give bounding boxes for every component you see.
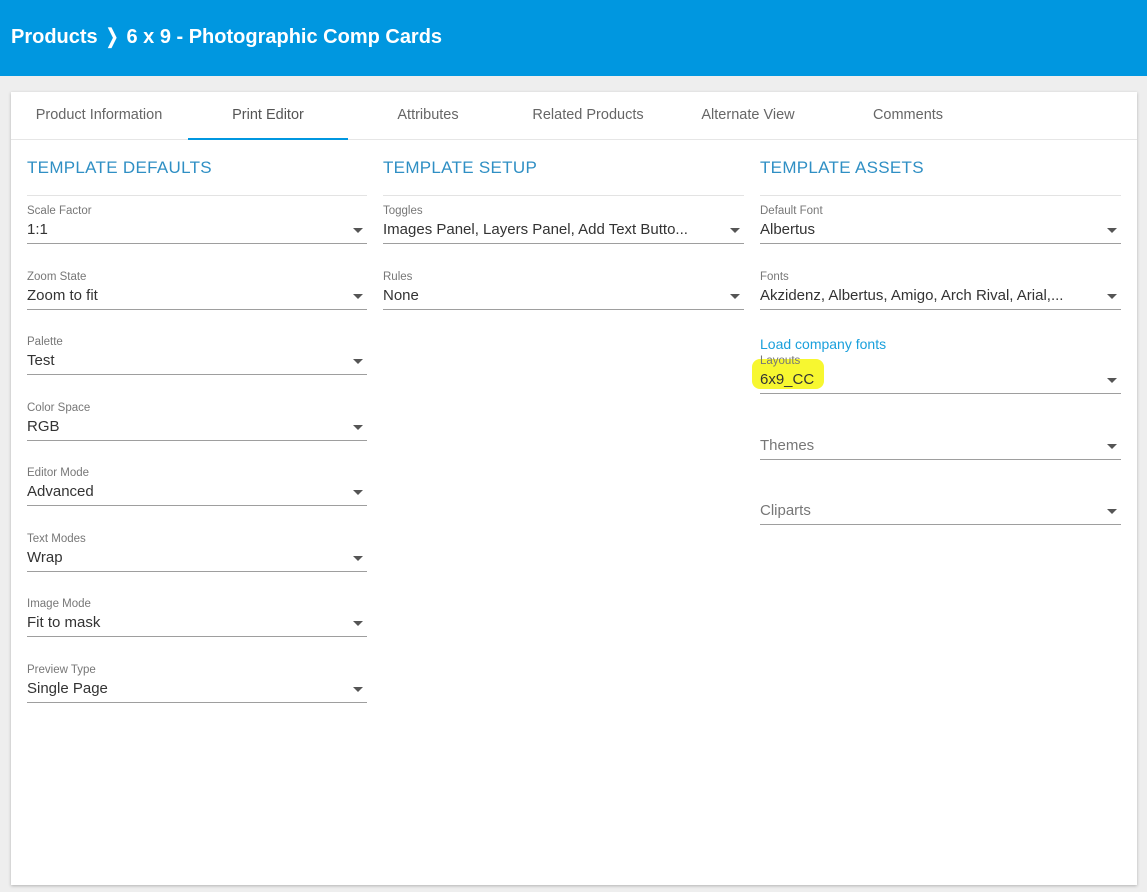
field-value: Single Page xyxy=(27,680,108,697)
tab-comments[interactable]: Comments xyxy=(828,92,988,140)
chevron-down-icon xyxy=(353,687,363,692)
template-defaults-title: TEMPLATE DEFAULTS xyxy=(27,158,212,177)
field-value: 6x9_CC xyxy=(760,371,815,388)
divider xyxy=(27,195,367,196)
underline xyxy=(760,524,1121,525)
field-value: Images Panel, Layers Panel, Add Text But… xyxy=(383,221,688,238)
page-title: 6 x 9 - Photographic Comp Cards xyxy=(126,26,443,48)
default-font-select[interactable]: Default Font Albertus xyxy=(760,205,1121,245)
field-label: Editor Mode xyxy=(27,467,90,479)
field-label: Toggles xyxy=(383,205,423,217)
chevron-down-icon xyxy=(730,294,740,299)
chevron-down-icon xyxy=(353,359,363,364)
tab-related-products[interactable]: Related Products xyxy=(508,92,668,140)
preview-type-select[interactable]: Preview Type Single Page xyxy=(27,664,367,704)
field-value: Advanced xyxy=(27,483,94,500)
underline xyxy=(27,243,367,244)
field-value: Zoom to fit xyxy=(27,287,98,304)
field-label: Zoom State xyxy=(27,271,87,283)
underline xyxy=(760,243,1121,244)
product-card: Product Information Print Editor Attribu… xyxy=(11,92,1137,885)
tab-print-editor[interactable]: Print Editor xyxy=(188,92,348,140)
editor-mode-select[interactable]: Editor Mode Advanced xyxy=(27,467,367,507)
chevron-down-icon xyxy=(353,294,363,299)
rules-select[interactable]: Rules None xyxy=(383,271,744,311)
field-label: Text Modes xyxy=(27,533,86,545)
layouts-select[interactable]: Layouts 6x9_CC xyxy=(760,355,1121,395)
toggles-select[interactable]: Toggles Images Panel, Layers Panel, Add … xyxy=(383,205,744,245)
underline xyxy=(760,459,1121,460)
underline xyxy=(383,243,744,244)
header-bar: Products ❭ 6 x 9 - Photographic Comp Cards xyxy=(0,0,1147,76)
cliparts-select[interactable]: Cliparts xyxy=(760,486,1121,526)
chevron-down-icon xyxy=(730,228,740,233)
field-placeholder: Themes xyxy=(760,437,815,454)
underline xyxy=(27,702,367,703)
underline xyxy=(27,571,367,572)
template-setup-title: TEMPLATE SETUP xyxy=(383,158,538,177)
chevron-down-icon xyxy=(353,425,363,430)
palette-select[interactable]: Palette Test xyxy=(27,336,367,376)
field-placeholder: Cliparts xyxy=(760,502,811,519)
field-value: Fit to mask xyxy=(27,614,101,631)
underline xyxy=(760,309,1121,310)
field-value: Albertus xyxy=(760,221,816,238)
chevron-down-icon xyxy=(353,228,363,233)
field-value: Test xyxy=(27,352,55,369)
breadcrumb: Products ❭ 6 x 9 - Photographic Comp Cards xyxy=(11,24,442,49)
template-assets-title: TEMPLATE ASSETS xyxy=(760,158,924,177)
divider xyxy=(760,195,1121,196)
underline xyxy=(27,309,367,310)
image-mode-select[interactable]: Image Mode Fit to mask xyxy=(27,598,367,638)
field-label: Fonts xyxy=(760,271,789,283)
zoom-state-select[interactable]: Zoom State Zoom to fit xyxy=(27,271,367,311)
field-label: Palette xyxy=(27,336,63,348)
field-label: Layouts xyxy=(760,355,801,367)
field-label: Default Font xyxy=(760,205,823,217)
chevron-down-icon xyxy=(1107,444,1117,449)
field-value: None xyxy=(383,287,419,304)
tab-alternate-view[interactable]: Alternate View xyxy=(668,92,828,140)
field-label: Scale Factor xyxy=(27,205,92,217)
breadcrumb-separator-icon: ❭ xyxy=(103,26,121,48)
chevron-down-icon xyxy=(1107,378,1117,383)
text-modes-select[interactable]: Text Modes Wrap xyxy=(27,533,367,573)
field-value: 1:1 xyxy=(27,221,48,238)
fonts-select[interactable]: Fonts Akzidenz, Albertus, Amigo, Arch Ri… xyxy=(760,271,1121,311)
underline xyxy=(760,393,1121,394)
tab-bar: Product Information Print Editor Attribu… xyxy=(11,92,1137,140)
field-value: Akzidenz, Albertus, Amigo, Arch Rival, A… xyxy=(760,287,1064,304)
chevron-down-icon xyxy=(1107,509,1117,514)
underline xyxy=(27,440,367,441)
underline xyxy=(27,374,367,375)
tab-product-information[interactable]: Product Information xyxy=(19,92,179,140)
chevron-down-icon xyxy=(353,621,363,626)
tab-attributes[interactable]: Attributes xyxy=(348,92,508,140)
field-label: Color Space xyxy=(27,402,91,414)
color-space-select[interactable]: Color Space RGB xyxy=(27,402,367,442)
field-value: Wrap xyxy=(27,549,63,566)
field-label: Preview Type xyxy=(27,664,96,676)
load-company-fonts-link[interactable]: Load company fonts xyxy=(760,336,886,352)
scale-factor-select[interactable]: Scale Factor 1:1 xyxy=(27,205,367,245)
chevron-down-icon xyxy=(353,490,363,495)
themes-select[interactable]: Themes xyxy=(760,421,1121,461)
chevron-down-icon xyxy=(1107,228,1117,233)
chevron-down-icon xyxy=(353,556,363,561)
underline xyxy=(383,309,744,310)
divider xyxy=(383,195,744,196)
field-value: RGB xyxy=(27,418,60,435)
field-label: Rules xyxy=(383,271,413,283)
underline xyxy=(27,636,367,637)
field-label: Image Mode xyxy=(27,598,91,610)
underline xyxy=(27,505,367,506)
breadcrumb-root[interactable]: Products xyxy=(11,26,98,49)
chevron-down-icon xyxy=(1107,294,1117,299)
